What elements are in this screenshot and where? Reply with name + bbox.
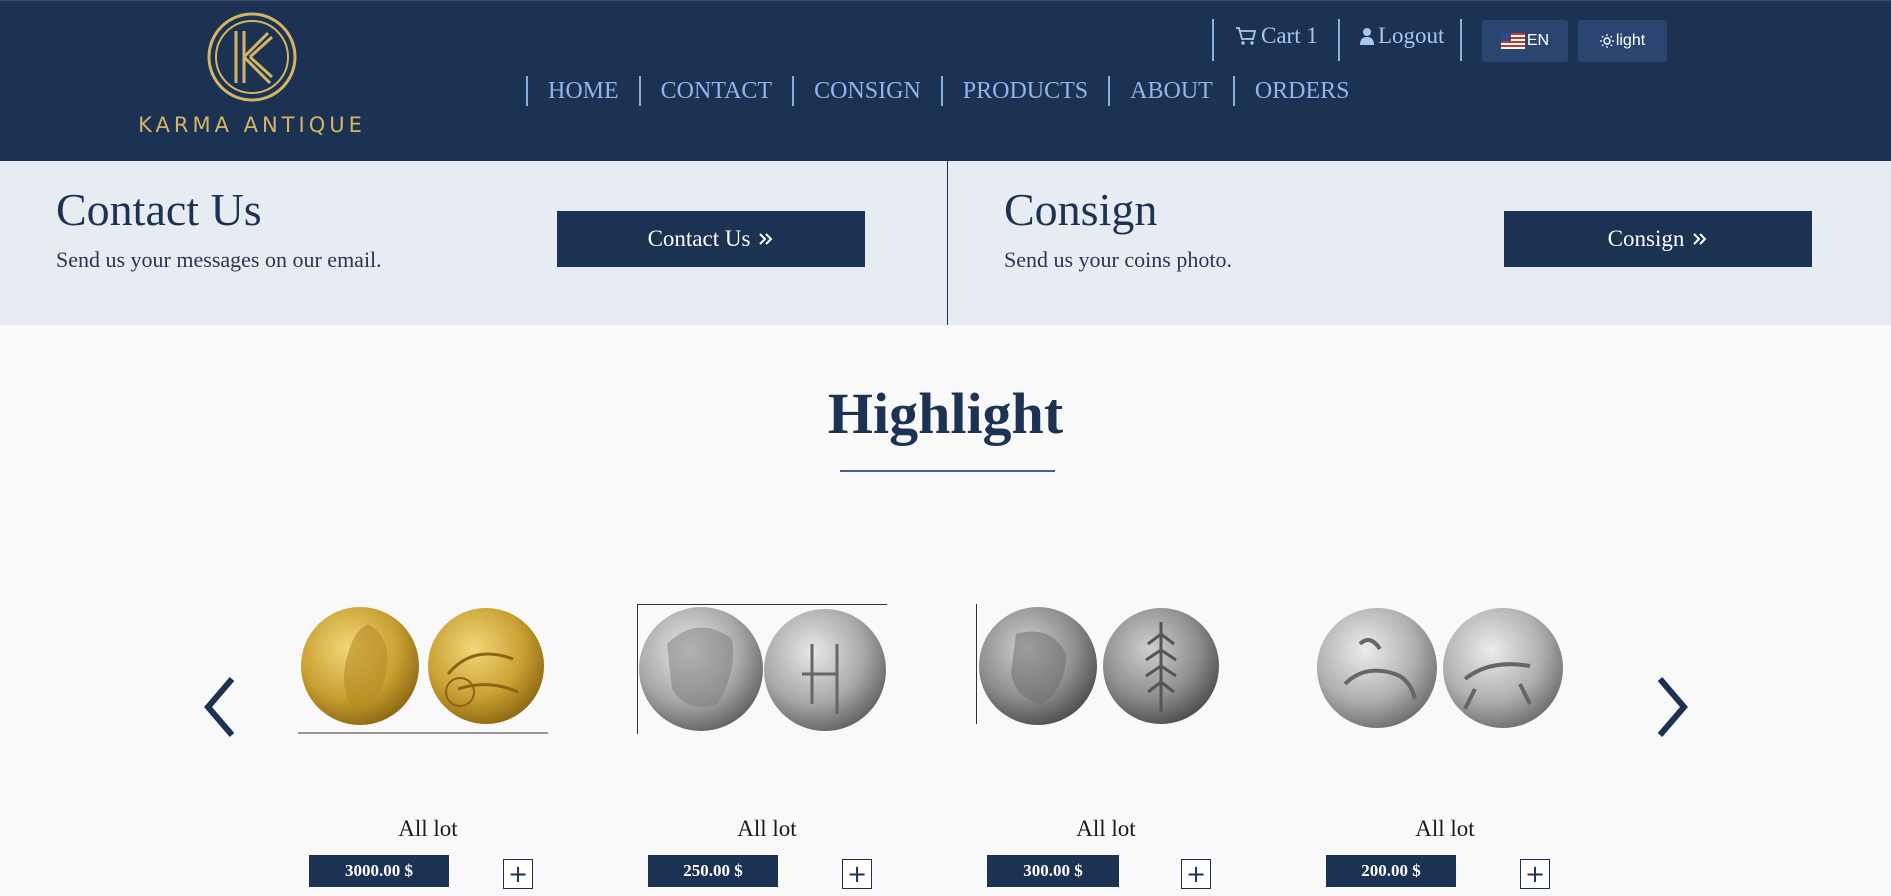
theme-label: light: [1615, 32, 1646, 49]
cart-label: Cart 1: [1261, 23, 1318, 48]
product-title: All lot: [398, 816, 458, 841]
consign-subtitle: Send us your coins photo.: [1004, 247, 1232, 272]
nav-products[interactable]: PRODUCTS: [943, 78, 1108, 105]
logout-link[interactable]: Logout: [1360, 23, 1444, 49]
consign-button[interactable]: Consign: [1504, 211, 1812, 267]
logout-label: Logout: [1378, 23, 1445, 48]
site-logo[interactable]: KARMA ANTIQUE: [132, 11, 372, 141]
consign-title: Consign: [1004, 184, 1158, 235]
main-nav: HOME CONTACT CONSIGN PRODUCTS ABOUT ORDE…: [526, 74, 1370, 108]
nav-contact[interactable]: CONTACT: [641, 78, 792, 105]
product-card[interactable]: All lot 250.00 $ +: [637, 604, 887, 896]
coin-image[interactable]: [976, 604, 1226, 734]
cta-banner: Contact Us Send us your messages on our …: [0, 161, 1891, 325]
divider: [1338, 19, 1340, 61]
double-chevron-right-icon: [759, 233, 773, 245]
price-badge: 3000.00 $: [309, 855, 449, 887]
price-badge: 250.00 $: [648, 855, 778, 887]
logo-text: KARMA ANTIQUE: [138, 113, 366, 137]
coin-image[interactable]: [298, 604, 548, 734]
consign-button-label: Consign: [1607, 226, 1685, 251]
contact-us-button-label: Contact Us: [647, 226, 751, 251]
product-title: All lot: [737, 816, 797, 841]
add-to-cart-button[interactable]: +: [842, 859, 872, 889]
contact-us-button[interactable]: Contact Us: [557, 211, 865, 267]
nav-home[interactable]: HOME: [528, 78, 639, 105]
language-selector[interactable]: EN: [1482, 20, 1568, 62]
user-icon: [1360, 28, 1374, 45]
contact-subtitle: Send us your messages on our email.: [56, 247, 382, 272]
carousel-next-button[interactable]: [1652, 675, 1692, 739]
nav-consign[interactable]: CONSIGN: [794, 78, 941, 105]
product-title: All lot: [1076, 816, 1136, 841]
product-title: All lot: [1415, 816, 1475, 841]
banner-divider: [947, 161, 948, 325]
cart-icon: [1236, 27, 1257, 45]
product-card[interactable]: All lot 3000.00 $ +: [298, 604, 548, 896]
plus-icon: +: [1524, 860, 1546, 888]
us-flag-icon: [1500, 33, 1525, 49]
coin-image[interactable]: [1315, 604, 1565, 734]
divider: [1460, 19, 1462, 61]
plus-icon: +: [507, 860, 529, 888]
nav-about[interactable]: ABOUT: [1110, 78, 1233, 105]
highlight-title: Highlight: [827, 381, 1064, 446]
sun-icon: [1599, 34, 1614, 48]
product-card[interactable]: All lot 300.00 $ +: [976, 604, 1226, 896]
highlight-underline: [840, 470, 1055, 472]
chevron-left-icon: [204, 677, 235, 737]
plus-icon: +: [1185, 860, 1207, 888]
karma-logo-icon: [207, 12, 297, 102]
chevron-right-icon: [1657, 677, 1688, 737]
add-to-cart-button[interactable]: +: [1520, 859, 1550, 889]
contact-title: Contact Us: [56, 184, 262, 235]
cart-link[interactable]: Cart 1: [1235, 23, 1318, 49]
add-to-cart-button[interactable]: +: [503, 859, 533, 889]
language-label: EN: [1526, 32, 1550, 49]
double-chevron-right-icon: [1693, 233, 1707, 245]
price-badge: 300.00 $: [987, 855, 1119, 887]
add-to-cart-button[interactable]: +: [1181, 859, 1211, 889]
divider: [1212, 19, 1214, 61]
carousel-prev-button[interactable]: [200, 675, 240, 739]
theme-toggle[interactable]: light: [1578, 20, 1667, 62]
nav-orders[interactable]: ORDERS: [1235, 78, 1370, 105]
site-header: KARMA ANTIQUE Cart 1 Logout EN light HOM…: [0, 0, 1891, 161]
product-card[interactable]: All lot 200.00 $ +: [1315, 604, 1565, 896]
price-badge: 200.00 $: [1326, 855, 1456, 887]
plus-icon: +: [846, 860, 868, 888]
coin-image[interactable]: [637, 604, 887, 734]
